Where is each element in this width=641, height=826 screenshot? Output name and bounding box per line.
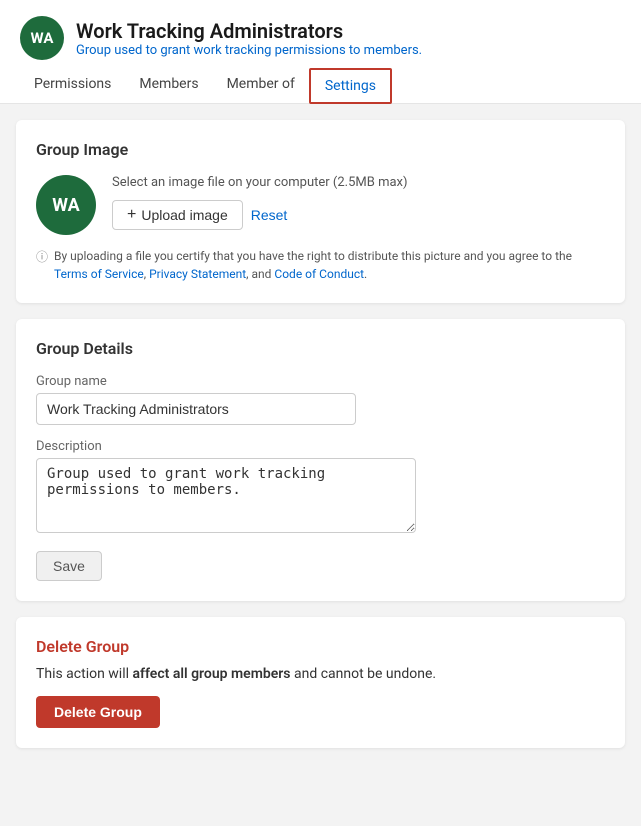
header-text: Work Tracking Administrators Group used … — [76, 19, 422, 58]
info-icon: ⓘ — [36, 248, 48, 266]
description-label: Description — [36, 439, 605, 454]
header-top: WA Work Tracking Administrators Group us… — [20, 16, 621, 60]
group-details-card: Group Details Group name Description Sav… — [16, 319, 625, 601]
delete-title: Delete Group — [36, 637, 605, 656]
tab-member-of[interactable]: Member of — [213, 68, 309, 103]
group-image-right: Select an image file on your computer (2… — [112, 175, 605, 230]
image-actions: + Upload image Reset — [112, 200, 605, 230]
description-textarea[interactable] — [36, 458, 416, 533]
page-title: Work Tracking Administrators — [76, 19, 422, 43]
group-name-label: Group name — [36, 374, 605, 389]
save-button[interactable]: Save — [36, 551, 102, 581]
group-name-group: Group name — [36, 374, 605, 425]
delete-group-card: Delete Group This action will affect all… — [16, 617, 625, 748]
tab-settings[interactable]: Settings — [309, 68, 392, 104]
tab-permissions[interactable]: Permissions — [20, 68, 125, 103]
page-subtitle: Group used to grant work tracking permis… — [76, 43, 422, 58]
delete-notice: This action will affect all group member… — [36, 666, 605, 682]
group-image-title: Group Image — [36, 140, 605, 159]
group-image-row: WA Select an image file on your computer… — [36, 175, 605, 235]
group-name-input[interactable] — [36, 393, 356, 425]
delete-group-button[interactable]: Delete Group — [36, 696, 160, 728]
upload-image-button[interactable]: + Upload image — [112, 200, 243, 230]
privacy-link[interactable]: Privacy Statement — [149, 267, 246, 281]
image-hint: Select an image file on your computer (2… — [112, 175, 605, 190]
group-details-title: Group Details — [36, 339, 605, 358]
main-content: Group Image WA Select an image file on y… — [0, 104, 641, 764]
group-image-card: Group Image WA Select an image file on y… — [16, 120, 625, 303]
tab-bar: Permissions Members Member of Settings — [20, 68, 621, 103]
upload-label: Upload image — [141, 207, 227, 223]
notice-text: By uploading a file you certify that you… — [54, 247, 605, 283]
reset-image-button[interactable]: Reset — [251, 207, 288, 223]
page-header: WA Work Tracking Administrators Group us… — [0, 0, 641, 104]
group-avatar: WA — [36, 175, 96, 235]
code-of-conduct-link[interactable]: Code of Conduct — [274, 267, 364, 281]
plus-icon: + — [127, 207, 136, 223]
avatar: WA — [20, 16, 64, 60]
terms-link[interactable]: Terms of Service — [54, 267, 144, 281]
upload-notice: ⓘ By uploading a file you certify that y… — [36, 247, 605, 283]
tab-members[interactable]: Members — [125, 68, 212, 103]
description-group: Description — [36, 439, 605, 537]
